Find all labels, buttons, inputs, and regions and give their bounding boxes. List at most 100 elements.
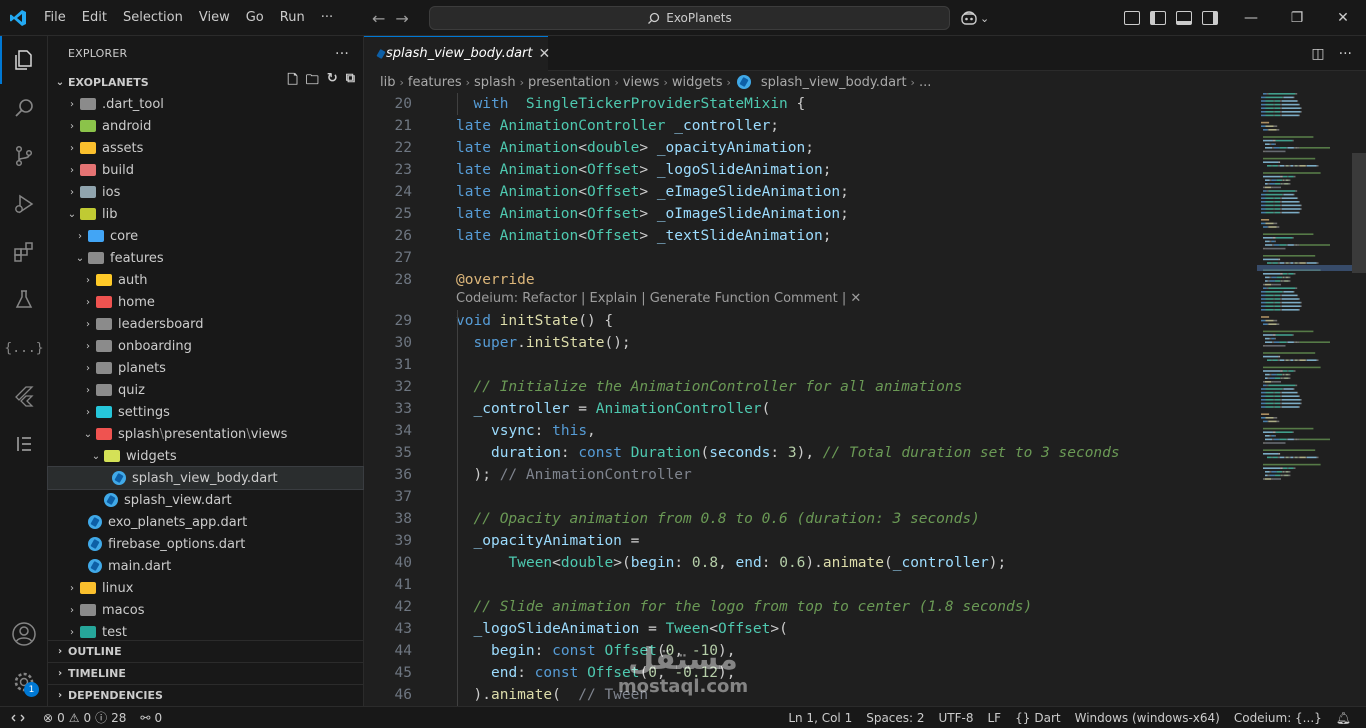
split-editor-icon[interactable]: ◫ xyxy=(1311,46,1324,62)
elementor-icon[interactable] xyxy=(0,420,48,468)
code-line[interactable]: 34 vsync: this, xyxy=(364,420,1254,442)
breadcrumb-item[interactable]: views xyxy=(623,75,660,90)
code-line[interactable]: 36); // AnimationController xyxy=(364,464,1254,486)
tree-folder-build[interactable]: › build xyxy=(48,159,363,181)
tree-folder-features[interactable]: ⌄ features xyxy=(48,247,363,269)
code-line[interactable]: 23 late Animation<Offset> _logoSlideAnima… xyxy=(364,159,1254,181)
code-line[interactable]: 26 late Animation<Offset> _textSlideAnima… xyxy=(364,225,1254,247)
extensions-icon[interactable] xyxy=(0,228,48,276)
search-icon[interactable] xyxy=(0,84,48,132)
collapse-all-icon[interactable]: ⧉ xyxy=(346,71,355,93)
tree-folder-onboarding[interactable]: › onboarding xyxy=(48,335,363,357)
source-control-icon[interactable] xyxy=(0,132,48,180)
menu-file[interactable]: File xyxy=(36,0,74,36)
tree-folder-android[interactable]: › android xyxy=(48,115,363,137)
breadcrumb-item[interactable]: splash xyxy=(474,75,516,90)
code-line[interactable]: 33 _controller = AnimationController( xyxy=(364,398,1254,420)
code-line[interactable]: 32 // Initialize the AnimationController … xyxy=(364,376,1254,398)
refresh-icon[interactable]: ↻ xyxy=(327,71,338,93)
tree-folder-ios[interactable]: › ios xyxy=(48,181,363,203)
code-editor[interactable]: 20 with SingleTickerProviderStateMixin {2… xyxy=(364,93,1366,706)
vertical-scrollbar[interactable] xyxy=(1352,93,1366,706)
tree-file-splash-view-body[interactable]: splash_view_body.dart xyxy=(47,466,364,490)
new-folder-icon[interactable]: 🗀 xyxy=(306,71,319,93)
account-icon[interactable] xyxy=(0,610,48,658)
code-line[interactable]: 20 with SingleTickerProviderStateMixin { xyxy=(364,93,1254,115)
code-line[interactable]: 29 void initState() { xyxy=(364,310,1254,332)
code-line[interactable]: 35 duration: const Duration(seconds: 3), … xyxy=(364,442,1254,464)
explorer-icon[interactable] xyxy=(0,36,48,84)
tree-folder-splash[interactable]: ⌄ splash \ presentation \ views xyxy=(48,423,363,445)
code-line[interactable]: 25 late Animation<Offset> _oImageSlideAni… xyxy=(364,203,1254,225)
tree-folder-leadersboard[interactable]: › leadersboard xyxy=(48,313,363,335)
code-line[interactable]: 38 // Opacity animation from 0.8 to 0.6 (… xyxy=(364,508,1254,530)
outline-section[interactable]: › OUTLINE xyxy=(48,640,363,662)
manage-gear-icon[interactable]: 1 xyxy=(0,658,48,706)
flutter-icon[interactable] xyxy=(0,372,48,420)
command-center-search[interactable]: ExoPlanets xyxy=(429,6,950,30)
tree-file-exo-planets-app[interactable]: exo_planets_app.dart xyxy=(48,511,363,533)
end-of-line[interactable]: LF xyxy=(981,711,1009,725)
toggle-primary-sidebar-icon[interactable] xyxy=(1150,11,1166,25)
json-braces-icon[interactable]: {...} xyxy=(0,324,48,372)
breadcrumb-item[interactable]: presentation xyxy=(528,75,610,90)
close-icon[interactable]: ✕ xyxy=(539,46,551,62)
toggle-secondary-sidebar-icon[interactable] xyxy=(1202,11,1218,25)
tree-folder-planets[interactable]: › planets xyxy=(48,357,363,379)
tree-folder-settings[interactable]: › settings xyxy=(48,401,363,423)
indentation[interactable]: Spaces: 2 xyxy=(859,711,931,725)
code-line[interactable]: 27 xyxy=(364,247,1254,269)
compact-folder-segment[interactable]: views xyxy=(251,427,288,442)
encoding[interactable]: UTF-8 xyxy=(932,711,981,725)
menu-view[interactable]: View xyxy=(191,0,238,36)
tree-folder-lib[interactable]: ⌄ lib xyxy=(48,203,363,225)
new-file-icon[interactable]: 🗋 xyxy=(287,71,297,93)
tree-folder-quiz[interactable]: › quiz xyxy=(48,379,363,401)
scrollbar-thumb[interactable] xyxy=(1352,153,1366,273)
notifications-bell-icon[interactable]: 🔔︎ xyxy=(1329,711,1358,725)
tree-folder-linux[interactable]: › linux xyxy=(48,577,363,599)
run-debug-icon[interactable] xyxy=(0,180,48,228)
toggle-panel-icon[interactable] xyxy=(1176,11,1192,25)
code-line[interactable]: 31 xyxy=(364,354,1254,376)
close-window-icon[interactable]: ✕ xyxy=(1320,0,1366,36)
code-line[interactable]: 39 _opacityAnimation = xyxy=(364,530,1254,552)
platform[interactable]: Windows (windows-x64) xyxy=(1068,711,1227,725)
customize-layout-icon[interactable] xyxy=(1124,11,1140,25)
codeium-status[interactable]: Codeium: {...} xyxy=(1227,711,1329,725)
code-line[interactable]: 40 Tween<double>(begin: 0.8, end: 0.6).an… xyxy=(364,552,1254,574)
breadcrumb-item[interactable]: widgets xyxy=(672,75,723,90)
code-line[interactable]: 46).animate( // Tween xyxy=(364,684,1254,706)
more-actions-icon[interactable]: ··· xyxy=(1339,46,1352,62)
language-mode[interactable]: {} Dart xyxy=(1008,711,1068,725)
tree-file-splash-view[interactable]: splash_view.dart xyxy=(48,489,363,511)
compact-folder-segment[interactable]: presentation xyxy=(164,427,246,442)
tree-folder-auth[interactable]: › auth xyxy=(48,269,363,291)
tree-folder-home[interactable]: › home xyxy=(48,291,363,313)
breadcrumb-item[interactable]: lib xyxy=(380,75,395,90)
tree-file-main[interactable]: main.dart xyxy=(48,555,363,577)
tab-splash-view-body[interactable]: splash_view_body.dart ✕ xyxy=(364,35,551,71)
menu-edit[interactable]: Edit xyxy=(74,0,115,36)
code-line[interactable]: 22 late Animation<double> _opacityAnimati… xyxy=(364,137,1254,159)
explorer-more-button[interactable]: ··· xyxy=(335,46,349,62)
tree-folder-assets[interactable]: › assets xyxy=(48,137,363,159)
tree-folder-macos[interactable]: › macos xyxy=(48,599,363,621)
cursor-position[interactable]: Ln 1, Col 1 xyxy=(781,711,859,725)
code-line[interactable]: 21 late AnimationController _controller; xyxy=(364,115,1254,137)
menu-selection[interactable]: Selection xyxy=(115,0,191,36)
codeium-codelens[interactable]: Codeium: Refactor | Explain | Generate F… xyxy=(456,289,861,308)
problems-indicator[interactable]: ⊗ 0 ⚠ 0 ⓘ 28 xyxy=(36,709,133,726)
minimap[interactable] xyxy=(1257,93,1352,706)
tree-file-firebase-options[interactable]: firebase_options.dart xyxy=(48,533,363,555)
dependencies-section[interactable]: › DEPENDENCIES xyxy=(48,684,363,706)
menu-more[interactable]: ··· xyxy=(313,0,341,36)
code-line[interactable]: 42 // Slide animation for the logo from t… xyxy=(364,596,1254,618)
code-line[interactable]: 28 @override xyxy=(364,269,1254,291)
remote-indicator[interactable] xyxy=(0,706,36,728)
breadcrumb-item[interactable]: ... xyxy=(919,75,931,90)
code-line[interactable]: 45 end: const Offset(0, -0.12), xyxy=(364,662,1254,684)
menu-run[interactable]: Run xyxy=(272,0,313,36)
tree-folder-core[interactable]: › core xyxy=(48,225,363,247)
copilot-button[interactable]: ⌄ xyxy=(960,8,989,28)
